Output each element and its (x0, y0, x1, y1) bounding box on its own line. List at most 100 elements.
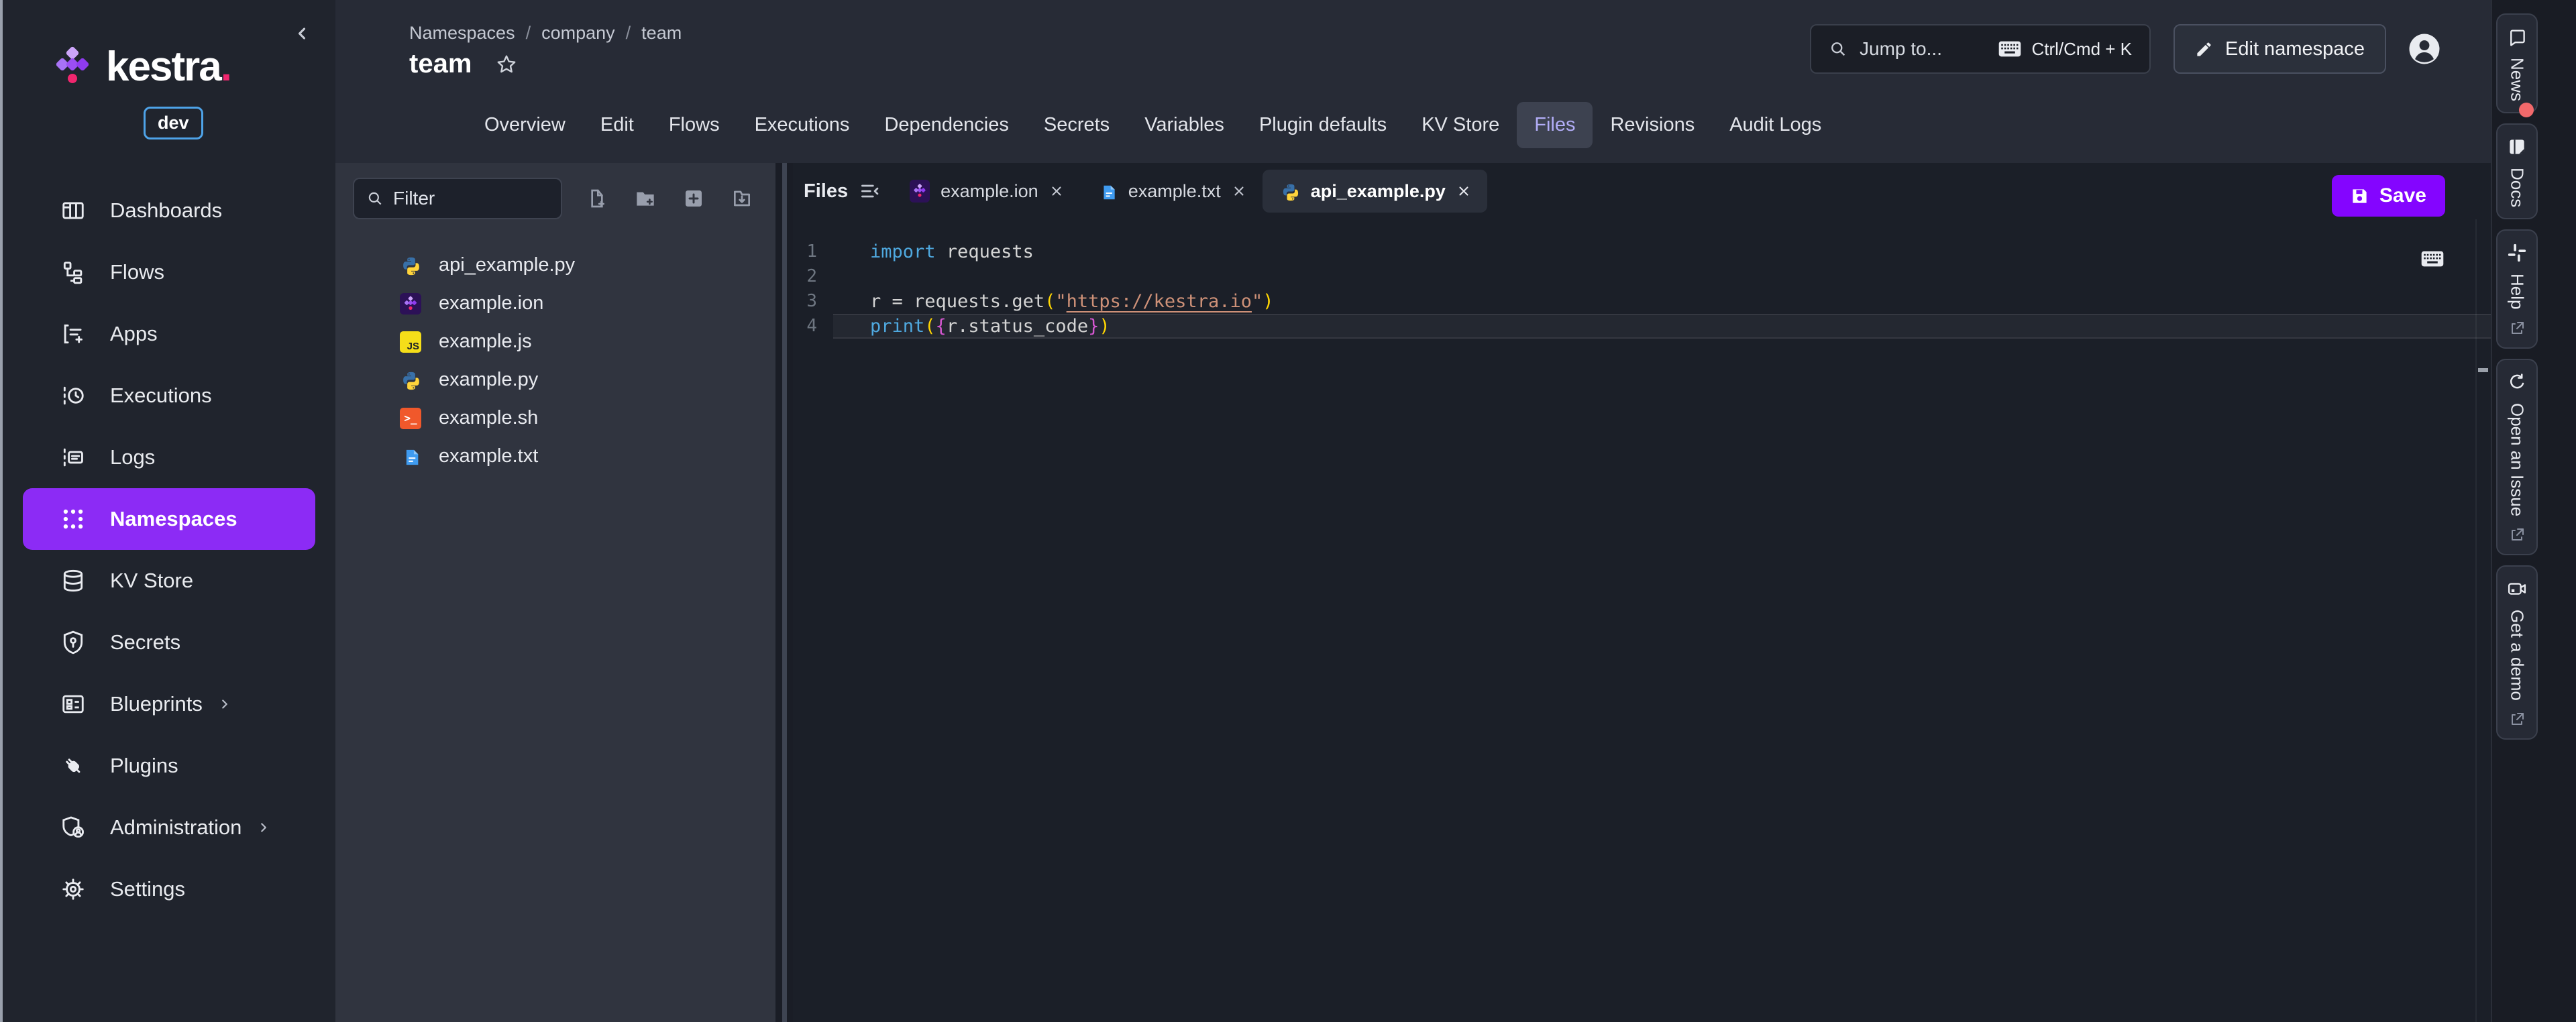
sidebar-item-plugins[interactable]: Plugins (23, 735, 315, 797)
tab-plugin-defaults[interactable]: Plugin defaults (1242, 102, 1404, 148)
sidebar-item-label: Secrets (110, 630, 180, 655)
flows-icon (60, 260, 86, 285)
breadcrumb-team[interactable]: team (641, 23, 682, 44)
close-icon[interactable] (1456, 184, 1471, 198)
blueprints-icon (60, 691, 86, 717)
file-explorer-panel: api_example.py example.ion JS example.js… (335, 163, 775, 1022)
keyboard-icon[interactable] (2421, 250, 2444, 268)
close-icon[interactable] (1049, 184, 1064, 198)
rail-tab-open-issue[interactable]: Open an Issue (2496, 359, 2538, 555)
file-row-api-example-py[interactable]: api_example.py (335, 246, 775, 284)
keyboard-icon (1998, 40, 2021, 58)
tab-edit[interactable]: Edit (583, 102, 651, 148)
sidebar-item-administration[interactable]: Administration (23, 797, 315, 858)
sidebar-item-blueprints[interactable]: Blueprints (23, 673, 315, 735)
editor-tab-example-txt[interactable]: example.txt (1080, 170, 1263, 213)
tab-executions[interactable]: Executions (737, 102, 867, 148)
editor-tab-example-ion[interactable]: example.ion (894, 170, 1080, 213)
main-area: Namespaces / company / team team Jump to… (335, 0, 2491, 1022)
jump-to-placeholder: Jump to... (1860, 38, 1942, 60)
external-link-icon (2509, 712, 2525, 728)
favorite-star-icon[interactable] (496, 54, 517, 75)
close-icon[interactable] (1232, 184, 1246, 198)
file-row-example-ion[interactable]: example.ion (335, 284, 775, 323)
tab-files[interactable]: Files (1517, 102, 1593, 148)
external-link-icon (2509, 527, 2525, 543)
tab-audit-logs[interactable]: Audit Logs (1712, 102, 1839, 148)
file-row-example-js[interactable]: JS example.js (335, 323, 775, 361)
chevron-right-icon (256, 820, 271, 835)
user-avatar[interactable] (2406, 31, 2443, 67)
tab-revisions[interactable]: Revisions (1593, 102, 1712, 148)
file-tree: api_example.py example.ion JS example.js… (335, 246, 775, 475)
file-row-example-py[interactable]: example.py (335, 361, 775, 399)
gear-icon (60, 876, 86, 902)
filter-input[interactable] (393, 188, 541, 209)
tab-overview[interactable]: Overview (467, 102, 583, 148)
sidebar-nav: Dashboards Flows Apps Executions Logs Na (3, 180, 335, 920)
sidebar-item-label: KV Store (110, 569, 193, 593)
sidebar-collapse-button[interactable] (288, 20, 315, 47)
plug-icon (60, 753, 86, 779)
toggle-tree-icon[interactable] (859, 180, 880, 202)
jump-to-search[interactable]: Jump to... Ctrl/Cmd + K (1810, 24, 2151, 74)
tab-variables[interactable]: Variables (1127, 102, 1242, 148)
sidebar-item-kv-store[interactable]: KV Store (23, 550, 315, 612)
python-file-icon (400, 370, 421, 391)
sidebar-item-settings[interactable]: Settings (23, 858, 315, 920)
panel-splitter[interactable] (775, 163, 793, 1022)
sidebar-item-label: Logs (110, 445, 155, 469)
kestra-wordmark: kestra. (106, 43, 231, 91)
edit-namespace-button[interactable]: Edit namespace (2174, 24, 2386, 74)
rail-tab-docs[interactable]: Docs (2496, 123, 2538, 219)
sidebar-item-namespaces[interactable]: Namespaces (23, 488, 315, 550)
sidebar-item-label: Namespaces (110, 507, 237, 531)
sidebar-item-secrets[interactable]: Secrets (23, 612, 315, 673)
ion-file-icon (910, 180, 930, 203)
new-folder-icon[interactable] (635, 188, 656, 209)
code-area[interactable]: 1 import requests 2 3 r = requests.get("… (793, 219, 2491, 1022)
topbar: Namespaces / company / team team Jump to… (335, 0, 2491, 148)
sidebar-item-flows[interactable]: Flows (23, 241, 315, 303)
sidebar-item-apps[interactable]: Apps (23, 303, 315, 365)
sidebar-item-label: Dashboards (110, 198, 222, 223)
tab-kv-store[interactable]: KV Store (1404, 102, 1517, 148)
slack-icon (2507, 243, 2527, 263)
tab-dependencies[interactable]: Dependencies (867, 102, 1026, 148)
environment-badge: dev (144, 107, 203, 139)
tab-flows[interactable]: Flows (651, 102, 737, 148)
file-row-example-txt[interactable]: example.txt (335, 437, 775, 475)
sidebar-item-logs[interactable]: Logs (23, 427, 315, 488)
open-issue-icon (2507, 372, 2527, 392)
notification-dot (2519, 103, 2534, 117)
rail-tab-help[interactable]: Help (2496, 229, 2538, 348)
executions-icon (60, 383, 86, 408)
new-file-icon[interactable] (586, 188, 608, 209)
breadcrumb-company[interactable]: company (541, 23, 615, 44)
namespace-tabs: Overview Edit Flows Executions Dependenc… (467, 102, 2491, 148)
save-button[interactable]: Save (2332, 175, 2445, 217)
code-line-3: 3 r = requests.get("https://kestra.io") (793, 289, 2491, 314)
export-folder-icon[interactable] (731, 188, 753, 209)
dashboards-icon (60, 198, 86, 223)
demo-video-icon (2507, 579, 2527, 599)
pencil-icon (2195, 40, 2213, 58)
shield-user-icon (60, 815, 86, 840)
sidebar-item-executions[interactable]: Executions (23, 365, 315, 427)
import-file-icon[interactable] (683, 188, 704, 209)
sidebar-item-label: Executions (110, 384, 212, 408)
database-icon (60, 568, 86, 593)
overview-ruler-marker (2478, 368, 2488, 372)
right-rail: News Docs Help Open an Issue Get a demo (2491, 0, 2576, 1022)
tab-secrets[interactable]: Secrets (1026, 102, 1127, 148)
sidebar-item-dashboards[interactable]: Dashboards (23, 180, 315, 241)
breadcrumb-separator: / (626, 23, 631, 44)
breadcrumb-namespaces[interactable]: Namespaces (409, 23, 515, 44)
rail-tab-news[interactable]: News (2496, 13, 2538, 113)
rail-tab-get-demo[interactable]: Get a demo (2496, 565, 2538, 740)
editor-tab-api-example-py[interactable]: api_example.py (1263, 170, 1487, 213)
code-line-2: 2 (793, 264, 2491, 289)
file-row-example-sh[interactable]: >_ example.sh (335, 399, 775, 437)
kestra-logo[interactable]: kestra. (54, 43, 335, 91)
chevron-left-icon (292, 24, 311, 43)
